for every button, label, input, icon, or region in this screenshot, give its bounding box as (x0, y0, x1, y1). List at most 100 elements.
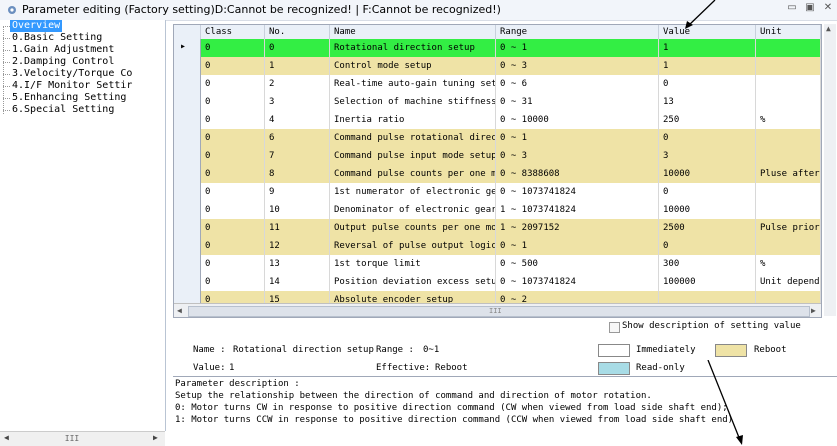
cell-value[interactable]: 0 (659, 129, 756, 147)
cell-unit (756, 57, 821, 75)
cell-class: 0 (201, 111, 265, 129)
tree-item-special-setting[interactable]: 6.Special Setting (12, 104, 114, 116)
tree-item-gain-adjustment[interactable]: 1.Gain Adjustment (12, 44, 114, 56)
table-row[interactable]: 06Command pulse rotational direction s..… (174, 129, 821, 147)
table-row[interactable]: 0 1 Control mode setup 0 ~ 31 (174, 57, 821, 75)
close-button[interactable]: ✕ (820, 2, 836, 16)
maximize-button[interactable]: ▣ (802, 2, 818, 16)
cell-unit: Pulse prior .. (756, 219, 821, 237)
table-row[interactable]: 0 14 Position deviation excess setup 0 ~ 10… (174, 273, 821, 291)
table-row[interactable]: 0 7 Command pulse input mode setup 0 ~ 33 (174, 147, 821, 165)
column-header-class[interactable]: Class (201, 25, 265, 39)
table-row[interactable]: 0 13 1st torque limit 0 ~ 500 300% (174, 255, 821, 273)
scroll-up-icon[interactable]: ▲ (826, 24, 831, 33)
tree-connector (3, 62, 10, 63)
scroll-left-icon[interactable]: ◀ (4, 433, 9, 442)
cell-value[interactable]: 0 (659, 183, 756, 201)
cell-value[interactable]: 10000 (659, 165, 756, 183)
table-row[interactable]: 0 4 Inertia ratio 0 ~ 10000 250% (174, 111, 821, 129)
cell-value[interactable]: 10000 (659, 201, 756, 219)
row-header[interactable] (174, 183, 201, 201)
tree-item-enhancing-setting[interactable]: 5.Enhancing Setting (12, 92, 126, 104)
tree-item-overview[interactable]: Overview (10, 20, 63, 32)
cell-no: 8 (265, 165, 330, 183)
row-header[interactable] (174, 165, 201, 183)
table-row[interactable]: 08Command pulse counts per one motor r..… (174, 165, 821, 183)
description-line: Setup the relationship between the direc… (175, 391, 652, 401)
cell-class: 0 (201, 57, 265, 75)
row-header[interactable] (174, 201, 201, 219)
grid-horizontal-scrollbar[interactable]: ◀ III ▶ (174, 303, 821, 317)
cell-value[interactable]: 1 (659, 39, 756, 57)
row-header[interactable]: ▸ (174, 39, 201, 57)
tree-connector (3, 86, 10, 87)
cell-value[interactable]: 250 (659, 111, 756, 129)
cell-range: 1 ~ 2097152 (496, 219, 659, 237)
scroll-thumb[interactable]: III (42, 435, 102, 443)
cell-value[interactable]: 0 (659, 75, 756, 93)
row-header[interactable] (174, 255, 201, 273)
cell-name: Control mode setup (330, 57, 496, 75)
column-header-no[interactable]: No. (265, 25, 330, 39)
cell-name: 1st torque limit (330, 255, 496, 273)
scroll-right-icon[interactable]: ▶ (153, 433, 158, 442)
cell-unit (756, 39, 821, 57)
scroll-right-icon[interactable]: ▶ (811, 306, 816, 315)
cell-value[interactable]: 2500 (659, 219, 756, 237)
cell-range: 0 ~ 8388608 (496, 165, 659, 183)
cell-value[interactable]: 300 (659, 255, 756, 273)
table-row[interactable]: 03Selection of machine stiffness at re..… (174, 93, 821, 111)
table-row[interactable]: ▸ 0 0 Rotational direction setup 0 ~ 11 (174, 39, 821, 57)
tree-item-damping-control[interactable]: 2.Damping Control (12, 56, 114, 68)
row-header[interactable] (174, 75, 201, 93)
tree-horizontal-scrollbar[interactable]: ◀ III ▶ (0, 431, 165, 446)
header-corner (174, 25, 201, 39)
table-row[interactable]: 0 10 Denominator of electronic gear 1 ~ 107… (174, 201, 821, 219)
cell-value[interactable]: 13 (659, 93, 756, 111)
cell-no: 4 (265, 111, 330, 129)
immediately-swatch (598, 344, 630, 357)
scroll-left-icon[interactable]: ◀ (177, 306, 182, 315)
cell-no: 13 (265, 255, 330, 273)
tree-connector (3, 38, 10, 39)
cell-value[interactable]: 3 (659, 147, 756, 165)
cell-value[interactable]: 100000 (659, 273, 756, 291)
cell-unit: Pluse after .. (756, 165, 821, 183)
table-row[interactable]: 0 9 1st numerator of electronic gear 0 ~ 10… (174, 183, 821, 201)
row-header[interactable] (174, 219, 201, 237)
tree-item-basic-setting[interactable]: 0.Basic Setting (12, 32, 102, 44)
cell-range: 0 ~ 31 (496, 93, 659, 111)
column-header-name[interactable]: Name (330, 25, 496, 39)
minimize-button[interactable]: ▭ (784, 2, 800, 16)
parameter-grid: Class No. Name Range Value Unit ▸ 0 0 Rotat… (173, 24, 822, 318)
row-header[interactable] (174, 111, 201, 129)
tree-item-velocity-torque[interactable]: 3.Velocity/Torque Co (12, 68, 132, 80)
cell-name: Command pulse rotational direction s... (330, 129, 496, 147)
row-header[interactable] (174, 237, 201, 255)
row-header[interactable] (174, 93, 201, 111)
row-header[interactable] (174, 129, 201, 147)
row-header[interactable] (174, 273, 201, 291)
column-header-unit[interactable]: Unit (756, 25, 821, 39)
table-row[interactable]: 011Output pulse counts per one motor re.… (174, 219, 821, 237)
cell-unit (756, 93, 821, 111)
show-description-checkbox[interactable] (609, 322, 620, 333)
grid-vertical-scrollbar[interactable]: ▲ (824, 24, 836, 316)
row-header[interactable] (174, 57, 201, 75)
reboot-legend-label: Reboot (754, 345, 787, 355)
cell-unit (756, 129, 821, 147)
column-header-range[interactable]: Range (496, 25, 659, 39)
value-value: 1 (229, 363, 235, 373)
cell-value[interactable]: 0 (659, 237, 756, 255)
cell-no: 3 (265, 93, 330, 111)
tree-item-if-monitor[interactable]: 4.I/F Monitor Settir (12, 80, 132, 92)
cell-value[interactable]: 1 (659, 57, 756, 75)
table-row[interactable]: 0 2 Real-time auto-gain tuning setup 0 ~ 60 (174, 75, 821, 93)
grid-header: Class No. Name Range Value Unit (174, 25, 821, 40)
row-header[interactable] (174, 147, 201, 165)
cell-class: 0 (201, 39, 265, 57)
table-row[interactable]: 0 12 Reversal of pulse output logic 0 ~ 10 (174, 237, 821, 255)
grid-scroll-thumb[interactable]: III (188, 306, 810, 317)
cell-no: 14 (265, 273, 330, 291)
reboot-swatch (715, 344, 747, 357)
